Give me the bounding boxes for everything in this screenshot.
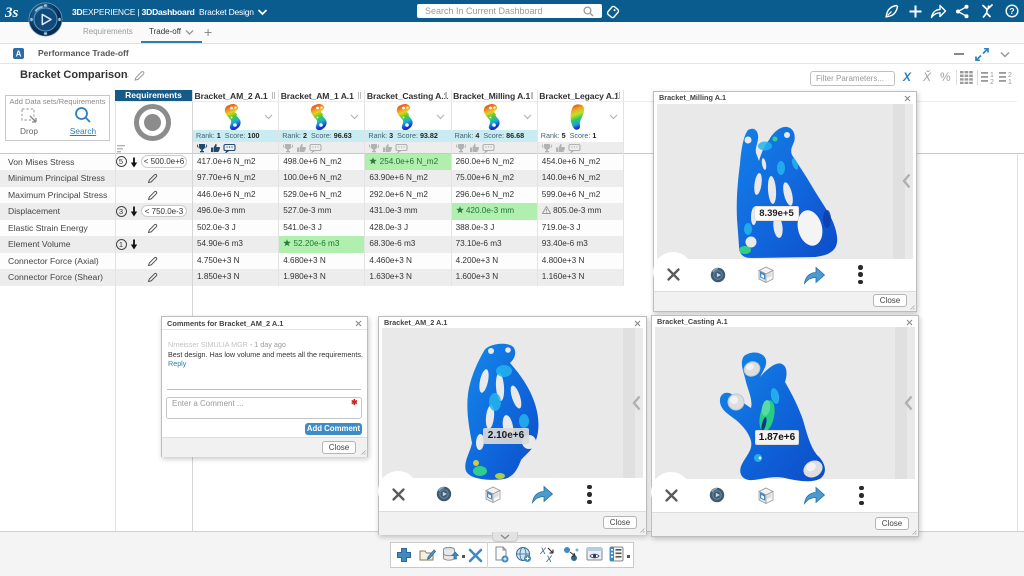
svg-text:2: 2 xyxy=(1008,72,1012,79)
svg-text:2: 2 xyxy=(990,79,994,84)
svg-text:1: 1 xyxy=(1008,79,1012,84)
svg-text:A: A xyxy=(16,49,22,58)
svg-text:1: 1 xyxy=(990,72,994,79)
svg-text:3s: 3s xyxy=(4,5,19,21)
svg-text:?: ? xyxy=(1009,6,1014,16)
svg-text:X: X xyxy=(545,554,553,563)
